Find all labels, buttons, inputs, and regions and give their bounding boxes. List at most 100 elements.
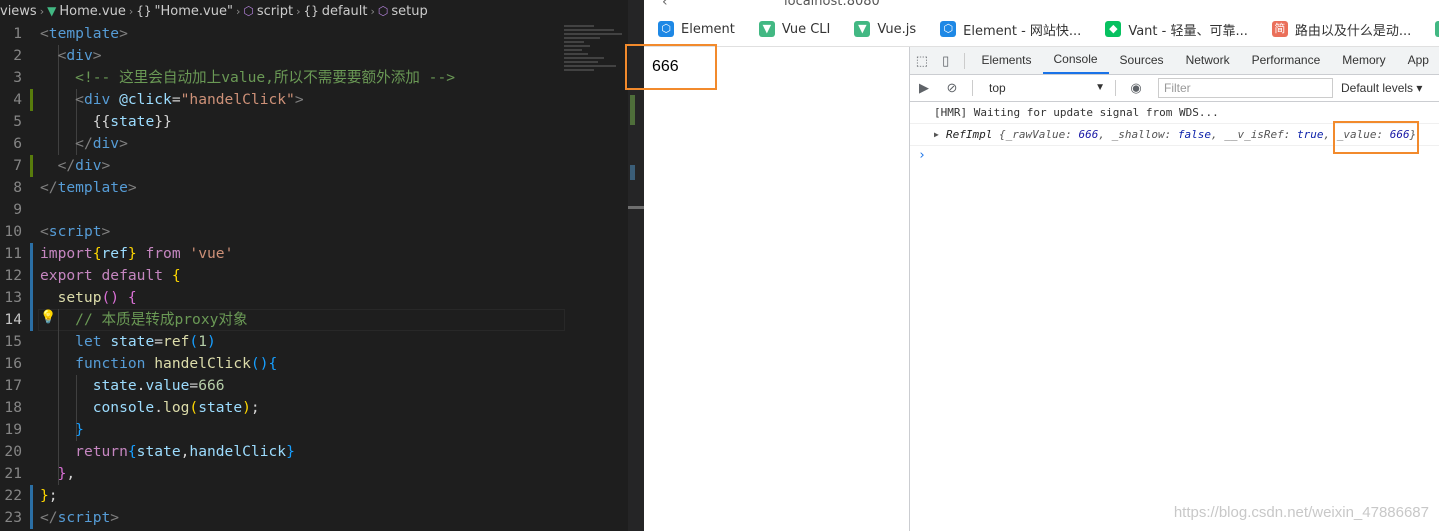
code-line[interactable]: 21 }, (0, 463, 560, 485)
code-text: </script> (40, 509, 120, 526)
code-line[interactable]: 4 <div @click="handelClick"> (0, 89, 560, 111)
divider (963, 52, 965, 69)
bookmark-item[interactable]: ▼vue-ele (1435, 21, 1439, 37)
code-line[interactable]: 20 return{state,handelClick} (0, 441, 560, 463)
code-line[interactable]: 19 } (0, 419, 560, 441)
annotation-box (1333, 121, 1419, 154)
code-line[interactable]: 16 function handelClick(){ (0, 353, 560, 375)
annotation-box (625, 44, 717, 90)
line-number: 6 (13, 135, 22, 152)
code-line[interactable]: 2 <div> (0, 45, 560, 67)
object-token: true (1297, 128, 1324, 141)
vue-icon: ▼ (1435, 21, 1439, 37)
tab-elements[interactable]: Elements (970, 47, 1042, 74)
vue-icon: ▼ (47, 4, 57, 18)
code-line[interactable]: 17 state.value=666 (0, 375, 560, 397)
code-line[interactable]: 6 </div> (0, 133, 560, 155)
line-number: 8 (13, 179, 22, 196)
context-select[interactable]: top ▼ (985, 78, 1109, 98)
bookmark-label: 路由以及什么是动... (1294, 23, 1412, 39)
bookmark-item[interactable]: ▼ Vue.js (854, 21, 916, 37)
code-line[interactable]: 23 </script> (0, 507, 560, 529)
code-line[interactable]: 22}; (0, 485, 560, 507)
breadcrumb-item[interactable]: ⬡ setup (378, 4, 428, 19)
cube-icon: ⬡ (377, 4, 389, 18)
line-number: 4 (13, 91, 22, 108)
context-select-value: top (989, 81, 1006, 95)
address-bar[interactable]: ‹ localhost:8080 (644, 0, 1439, 12)
tab-performance[interactable]: Performance (1241, 47, 1332, 74)
code-text: </template> (40, 179, 137, 196)
code-text: console.log(state); (92, 399, 260, 416)
breadcrumb-item[interactable]: {} "Home.vue" (136, 4, 233, 19)
code-line[interactable]: 13 setup() { (0, 287, 560, 309)
tab-console[interactable]: Console (1042, 47, 1109, 74)
code-line[interactable]: 5 {{state}} (0, 111, 560, 133)
expand-triangle-icon[interactable]: ▶ (934, 124, 939, 145)
minimap[interactable] (564, 23, 628, 83)
bookmark-item[interactable]: ◆ Vant - 轻量、可靠... (1105, 20, 1248, 39)
line-number: 17 (4, 377, 22, 394)
code-area[interactable]: 💡 1 <template> 2 <div> 3 <!-- 这里会自动加上value,… (0, 23, 565, 529)
line-number: 15 (4, 333, 22, 350)
devtools-tab-bar: ⬚ ▯ Elements Console Sources Network Perform… (910, 47, 1439, 75)
code-text: export default { (40, 267, 181, 284)
code-line[interactable]: 11 import{ref} from 'vue' (0, 243, 560, 265)
sidebar-toggle-icon[interactable]: ▶ (910, 80, 938, 96)
object-token: {_rawValue: (998, 128, 1079, 141)
code-line[interactable]: 9 (0, 199, 560, 221)
tab-app[interactable]: App (1397, 47, 1439, 74)
line-number: 16 (4, 355, 22, 372)
line-number: 21 (4, 465, 22, 482)
object-token: , __v_isRef: (1210, 128, 1298, 141)
breadcrumb: views › ▼ Home.vue ›{} "Home.vue" › ⬡ script ›{} d… (0, 0, 644, 23)
bookmark-label: Vue CLI (781, 21, 831, 37)
breadcrumb-item[interactable]: ⬡ script (243, 4, 293, 19)
code-line[interactable]: 12 export default { (0, 265, 560, 287)
tab-sources[interactable]: Sources (1109, 47, 1175, 74)
code-line[interactable]: 8 </template> (0, 177, 560, 199)
object-token: RefImpl (946, 128, 999, 141)
log-text: [HMR] Waiting for update signal from WDS… (934, 106, 1219, 119)
line-number: 3 (13, 69, 22, 86)
breadcrumb-item[interactable]: {} default (303, 4, 367, 19)
breadcrumb-label: "Home.vue" (154, 4, 233, 19)
back-icon[interactable]: ‹ (662, 0, 668, 10)
bookmark-item[interactable]: ⬡ Element - 网站快... (940, 20, 1081, 39)
page-viewport: 666 (644, 47, 909, 531)
breadcrumb-item[interactable]: views (0, 4, 37, 19)
clear-console-icon[interactable]: ⊘ (938, 80, 966, 96)
bookmarks-bar: ⬡ Element ▼ Vue CLI ▼ Vue.js ⬡ Element - 网站快...… (644, 12, 1439, 47)
code-text: </div> (57, 157, 111, 174)
bookmark-item[interactable]: ⬡ Element (658, 21, 735, 37)
code-line[interactable]: 1 <template> (0, 23, 560, 45)
filter-input[interactable]: Filter (1158, 78, 1333, 98)
url-text[interactable]: localhost:8080 (784, 0, 880, 9)
code-text: // 本质是转成proxy对象 (75, 311, 248, 328)
breadcrumb-item[interactable]: ▼ Home.vue (47, 4, 126, 19)
device-toggle-icon[interactable]: ▯ (934, 53, 958, 69)
log-levels-select[interactable]: Default levels ▾ (1341, 81, 1422, 95)
line-number: 10 (4, 223, 22, 240)
bookmark-item[interactable]: ▼ Vue CLI (758, 21, 831, 37)
breadcrumb-label: default (321, 4, 368, 19)
tab-memory[interactable]: Memory (1331, 47, 1396, 74)
code-text: <div @click="handelClick"> (75, 91, 304, 108)
breadcrumb-label: Home.vue (59, 4, 126, 19)
code-line[interactable]: 18 console.log(state); (0, 397, 560, 419)
bookmark-item[interactable]: 简路由以及什么是动... (1271, 20, 1412, 39)
line-number: 18 (4, 399, 22, 416)
line-number: 19 (4, 421, 22, 438)
code-line[interactable]: 7 </div> (0, 155, 560, 177)
code-text: function handelClick(){ (75, 355, 278, 372)
inspect-icon[interactable]: ⬚ (910, 53, 934, 69)
tab-network[interactable]: Network (1175, 47, 1241, 74)
code-line[interactable]: 3 <!-- 这里会自动加上value,所以不需要要额外添加 --> (0, 67, 560, 89)
breadcrumb-label: views (0, 4, 37, 19)
code-line[interactable]: 15 let state=ref(1) (0, 331, 560, 353)
chevron-right-icon: › (235, 5, 241, 18)
eye-icon[interactable]: ◉ (1122, 80, 1150, 96)
code-editor[interactable]: views › ▼ Home.vue ›{} "Home.vue" › ⬡ script ›{} d… (0, 0, 644, 531)
code-line[interactable]: 14 // 本质是转成proxy对象 (0, 309, 560, 331)
code-line[interactable]: 10 <script> (0, 221, 560, 243)
